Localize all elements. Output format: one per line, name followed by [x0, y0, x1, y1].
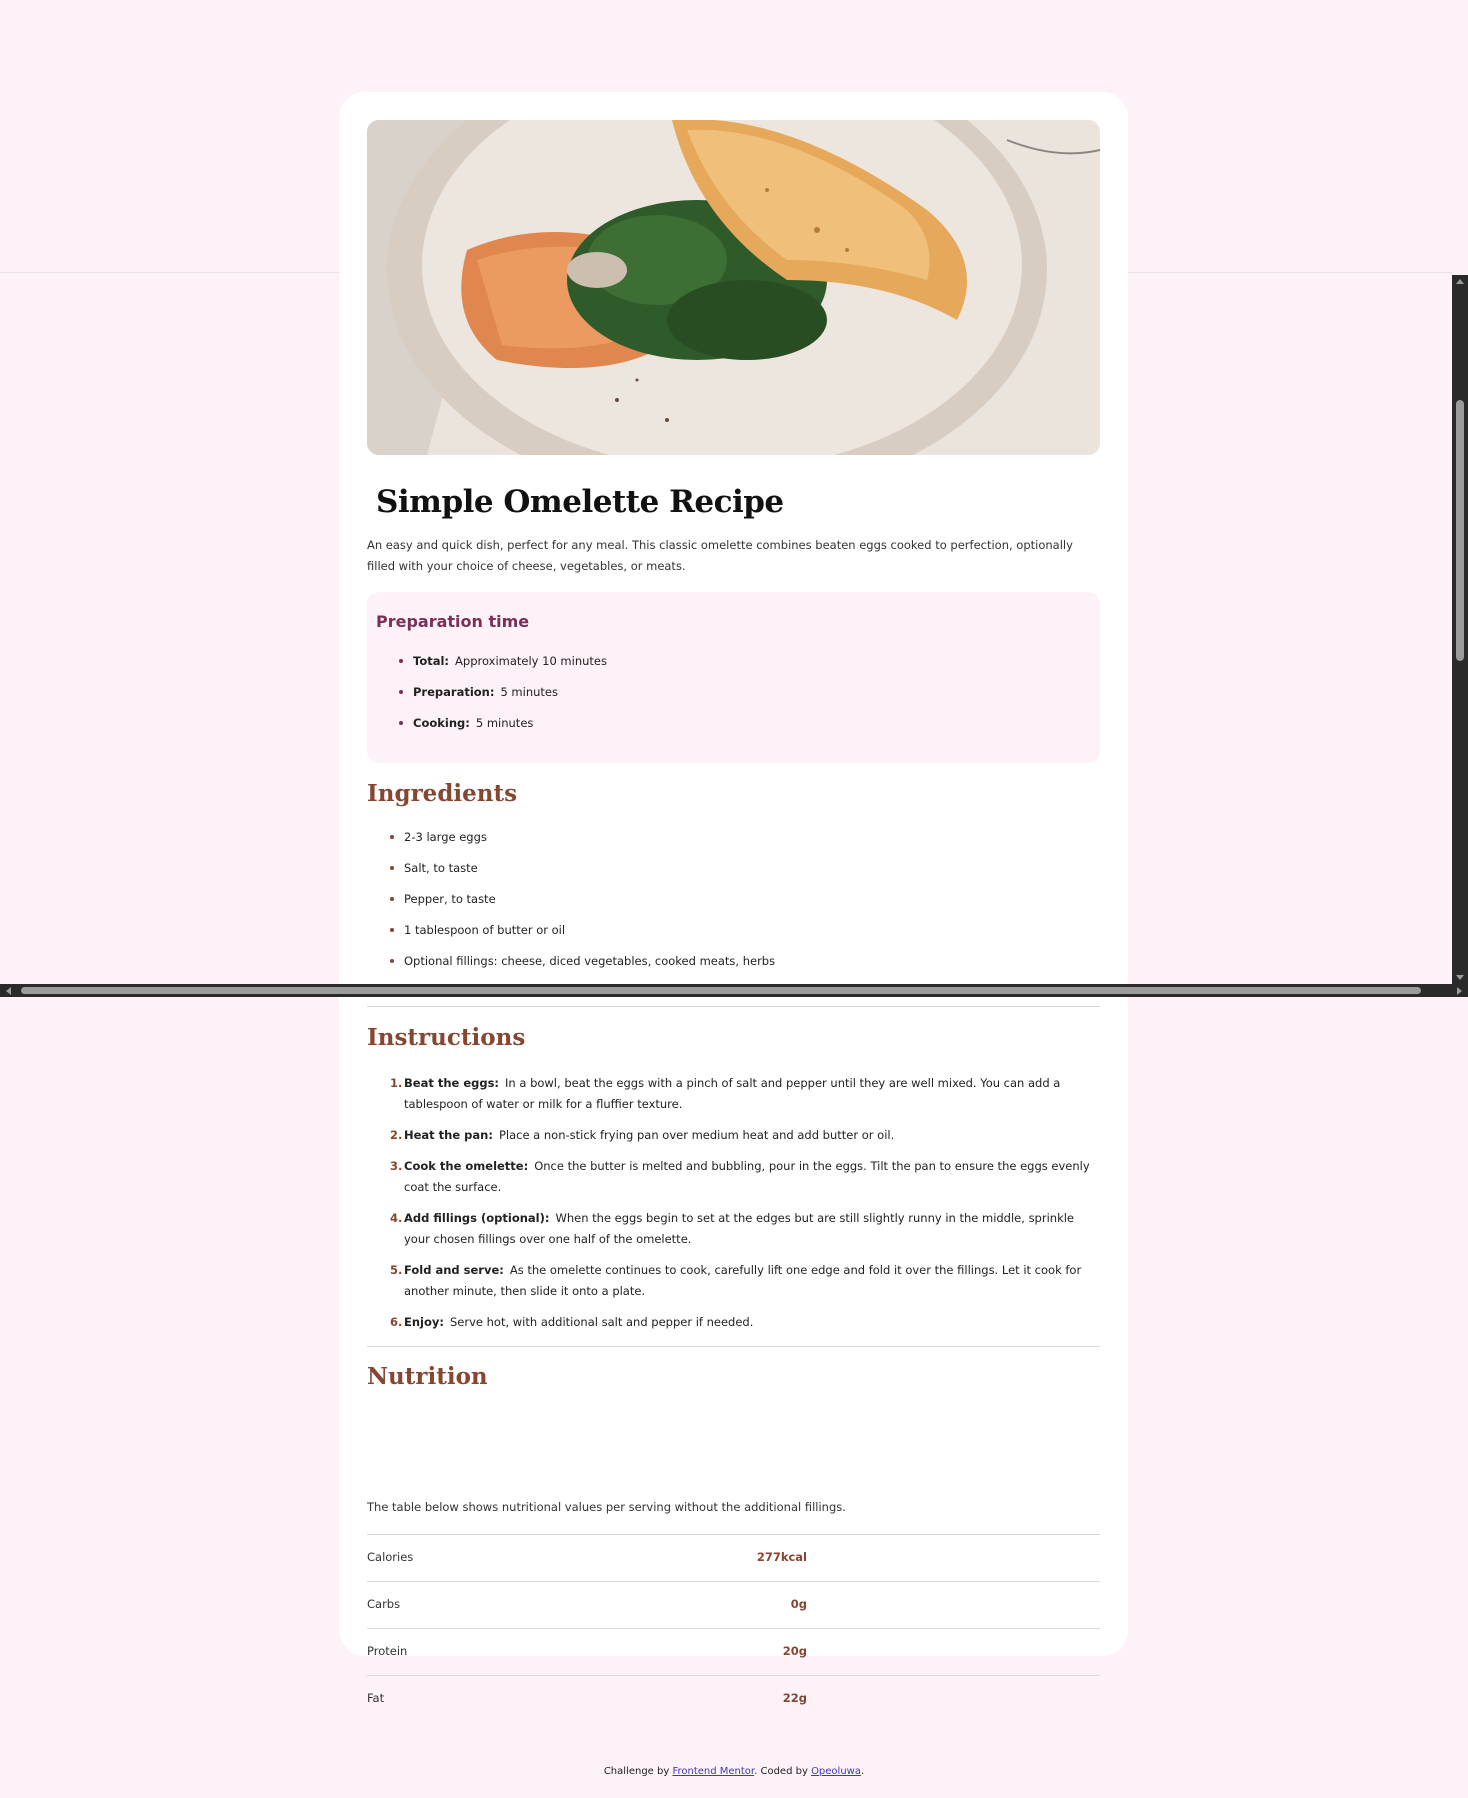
step-number: 4. [390, 1211, 403, 1225]
nutrient-label: Fat [367, 1691, 385, 1705]
frontend-mentor-link[interactable]: Frontend Mentor [672, 1766, 754, 1777]
list-item: Preparation: 5 minutes [376, 685, 607, 716]
step-number: 5. [390, 1263, 403, 1277]
footer-middle: . Coded by [754, 1766, 812, 1777]
footer-suffix: . [860, 1766, 865, 1777]
preparation-list: Total: Approximately 10 minutes Preparati… [376, 654, 607, 747]
scroll-up-arrow-icon[interactable] [1456, 279, 1464, 284]
recipe-title: Simple Omelette Recipe [376, 484, 784, 520]
list-item: 3. Cook the omelette: Once the butter is m… [367, 1156, 1100, 1198]
instructions-list: 1. Beat the eggs: In a bowl, beat the eggs… [367, 1073, 1100, 1343]
horizontal-scrollbar[interactable] [0, 984, 1468, 997]
step-label: Cook the omelette: [404, 1159, 529, 1173]
horizontal-scroll-thumb[interactable] [21, 987, 1421, 994]
step-number: 2. [390, 1128, 403, 1142]
recipe-card: Simple Omelette Recipe An easy and quick… [339, 92, 1128, 1705]
step-label: Heat the pan: [404, 1128, 493, 1142]
table-row: Fat 22g [367, 1675, 1100, 1722]
list-item: 1 tablespoon of butter or oil [367, 923, 775, 954]
list-item: Total: Approximately 10 minutes [376, 654, 607, 685]
step-label: Enjoy: [404, 1315, 444, 1329]
nutrient-value: 22g [782, 1691, 807, 1705]
nutrient-label: Protein [367, 1644, 408, 1658]
author-link[interactable]: Opeoluwa [811, 1766, 861, 1777]
nutrient-label: Calories [367, 1550, 414, 1564]
list-item: Pepper, to taste [367, 892, 775, 923]
nutrient-value: 20g [782, 1644, 807, 1658]
preparation-heading: Preparation time [376, 612, 530, 631]
step-text: Place a non-stick frying pan over medium… [498, 1128, 895, 1142]
step-text: Serve hot, with additional salt and pepp… [449, 1315, 754, 1329]
prep-label: Total: [413, 654, 450, 668]
prep-value: 5 minutes [500, 685, 558, 699]
table-row: Calories 277kcal [367, 1534, 1100, 1581]
table-row: Protein 20g [367, 1628, 1100, 1675]
nutrient-label: Carbs [367, 1597, 401, 1611]
list-item: Cooking: 5 minutes [376, 716, 607, 747]
step-text: In a bowl, beat the eggs with a pinch of… [404, 1076, 1061, 1111]
nutrition-table: Calories 277kcal Carbs 0g Protein 20g Fa… [367, 1534, 1100, 1722]
divider [367, 1346, 1100, 1347]
instructions-heading: Instructions [367, 1024, 526, 1051]
step-text: As the omelette continues to cook, caref… [404, 1263, 1082, 1298]
step-number: 3. [390, 1159, 403, 1173]
list-item: 1. Beat the eggs: In a bowl, beat the eggs… [367, 1073, 1100, 1115]
preparation-time-box: Preparation time Total: Approximately 10 … [367, 592, 1100, 763]
prep-label: Cooking: [413, 716, 470, 730]
scroll-right-arrow-icon[interactable] [1457, 987, 1462, 995]
step-label: Fold and serve: [404, 1263, 504, 1277]
attribution-footer: Challenge by Frontend Mentor. Coded by O… [0, 1766, 1468, 1777]
list-item: 2. Heat the pan: Place a non-stick frying … [367, 1125, 1100, 1146]
nutrition-description: The table below shows nutritional values… [367, 1500, 846, 1514]
prep-value: Approximately 10 minutes [455, 654, 607, 668]
table-row: Carbs 0g [367, 1581, 1100, 1628]
ingredients-heading: Ingredients [367, 780, 518, 807]
step-number: 6. [390, 1315, 403, 1329]
vertical-scrollbar[interactable] [1452, 275, 1468, 984]
step-label: Add fillings (optional): [404, 1211, 550, 1225]
ingredients-list: 2-3 large eggs Salt, to taste Pepper, to… [367, 830, 775, 985]
omelette-photo [367, 120, 1100, 455]
omelette-hero-image [367, 120, 1100, 455]
step-label: Beat the eggs: [404, 1076, 500, 1090]
list-item: Optional fillings: cheese, diced vegetab… [367, 954, 775, 985]
recipe-intro: An easy and quick dish, perfect for any … [367, 538, 1073, 573]
vertical-scroll-thumb[interactable] [1456, 400, 1464, 661]
nutrition-heading: Nutrition [367, 1363, 488, 1390]
prep-label: Preparation: [413, 685, 495, 699]
list-item: Salt, to taste [367, 861, 775, 892]
list-item: 6. Enjoy: Serve hot, with additional salt … [367, 1312, 1100, 1333]
list-item: 2-3 large eggs [367, 830, 775, 861]
step-number: 1. [390, 1076, 403, 1090]
divider [367, 1006, 1100, 1007]
scroll-down-arrow-icon[interactable] [1456, 975, 1464, 980]
footer-prefix: Challenge by [603, 1766, 673, 1777]
list-item: 5. Fold and serve: As the omelette continu… [367, 1260, 1100, 1302]
prep-value: 5 minutes [475, 716, 534, 730]
scroll-left-arrow-icon[interactable] [6, 987, 11, 995]
nutrient-value: 0g [790, 1597, 807, 1611]
nutrient-value: 277kcal [756, 1550, 807, 1564]
list-item: 4. Add fillings (optional): When the eggs … [367, 1208, 1100, 1250]
